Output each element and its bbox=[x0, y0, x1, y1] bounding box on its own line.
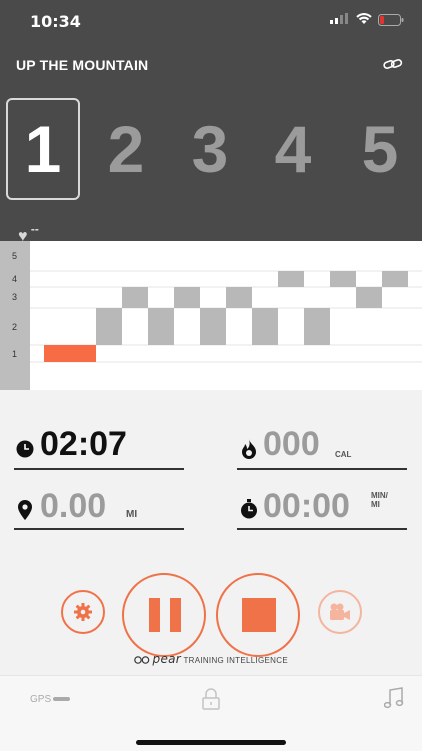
distance-unit: MI bbox=[126, 509, 138, 520]
zone-segment bbox=[226, 287, 252, 308]
zone-4[interactable]: 4 bbox=[256, 98, 330, 200]
pear-logo-icon bbox=[134, 656, 150, 664]
zone-segment bbox=[96, 308, 122, 345]
pause-button[interactable] bbox=[122, 573, 206, 657]
calories-value: 000 bbox=[263, 425, 320, 463]
calories-divider bbox=[237, 468, 407, 470]
flame-icon bbox=[242, 439, 256, 459]
gear-icon bbox=[74, 603, 92, 621]
time-value: 02:07 bbox=[40, 425, 127, 463]
time-divider bbox=[14, 468, 184, 470]
gps-indicator[interactable]: GPS bbox=[30, 694, 71, 705]
music-icon[interactable] bbox=[384, 687, 404, 709]
zone-segment bbox=[174, 287, 200, 308]
zone-segment bbox=[148, 308, 174, 345]
pause-icon bbox=[149, 598, 181, 632]
stop-icon bbox=[242, 598, 276, 632]
link-icon[interactable] bbox=[383, 58, 403, 70]
battery-icon bbox=[378, 14, 404, 26]
zone-1[interactable]: 1 bbox=[6, 98, 80, 200]
workout-title: UP THE MOUNTAIN bbox=[16, 57, 149, 73]
pace-value: 00:00 bbox=[263, 487, 350, 525]
location-pin-icon bbox=[18, 500, 32, 520]
zone-segment bbox=[278, 271, 304, 287]
distance-divider bbox=[14, 528, 184, 530]
settings-button[interactable] bbox=[61, 590, 105, 634]
zone-selector: 1 2 3 4 5 bbox=[0, 98, 422, 204]
axis-label-1: 1 bbox=[12, 349, 18, 359]
pace-unit-top: MIN/ bbox=[371, 491, 388, 500]
distance-metric: 0.00 MI bbox=[14, 487, 184, 547]
zone-2[interactable]: 2 bbox=[89, 98, 163, 200]
axis-label-4: 4 bbox=[12, 274, 18, 284]
zone-chart-plot bbox=[30, 270, 422, 363]
zone-axis: 5 4 3 2 1 bbox=[0, 241, 30, 390]
heart-rate-value: -- bbox=[30, 222, 39, 236]
status-time: 10:34 bbox=[30, 12, 81, 31]
zone-5[interactable]: 5 bbox=[343, 98, 417, 200]
header-panel: 10:34 UP THE MOUNTAIN 1 2 3 4 5 ♥ -- bbox=[0, 0, 422, 245]
zone-segment bbox=[252, 308, 278, 345]
brand-name: pear bbox=[152, 652, 182, 666]
pace-metric: 00:00 MIN/ MI bbox=[237, 487, 407, 547]
axis-label-5: 5 bbox=[12, 251, 18, 261]
calories-metric: 000 CAL bbox=[237, 425, 407, 485]
zone-segment bbox=[304, 308, 330, 345]
cellular-signal-icon bbox=[330, 13, 348, 24]
zone-segment bbox=[200, 308, 226, 345]
brand-footer: pear TRAINING INTELLIGENCE bbox=[0, 652, 422, 666]
status-bar: 10:34 bbox=[0, 0, 422, 40]
zone-segment bbox=[44, 345, 96, 362]
zone-segment bbox=[382, 271, 408, 287]
zone-chart: 5 4 3 2 1 bbox=[0, 241, 422, 390]
axis-label-2: 2 bbox=[12, 322, 18, 332]
stopwatch-icon bbox=[241, 499, 257, 519]
calories-unit: CAL bbox=[335, 450, 352, 459]
gps-signal-bar bbox=[53, 697, 71, 702]
zone-3[interactable]: 3 bbox=[173, 98, 247, 200]
lock-icon[interactable] bbox=[202, 688, 220, 710]
media-button[interactable] bbox=[318, 590, 362, 634]
zone-segment bbox=[330, 271, 356, 287]
stop-button[interactable] bbox=[216, 573, 300, 657]
axis-label-3: 3 bbox=[12, 292, 18, 302]
time-metric: 02:07 bbox=[14, 425, 184, 485]
brand-tagline: TRAINING INTELLIGENCE bbox=[183, 656, 288, 665]
camera-icon bbox=[330, 603, 350, 620]
clock-icon bbox=[16, 440, 34, 458]
wifi-icon bbox=[356, 13, 372, 24]
distance-value: 0.00 bbox=[40, 487, 107, 525]
zone-segment bbox=[356, 287, 382, 308]
gps-label: GPS bbox=[30, 694, 52, 705]
home-indicator bbox=[136, 740, 286, 745]
pace-unit-bottom: MI bbox=[371, 500, 380, 509]
pace-divider bbox=[237, 528, 407, 530]
zone-segment bbox=[122, 287, 148, 308]
